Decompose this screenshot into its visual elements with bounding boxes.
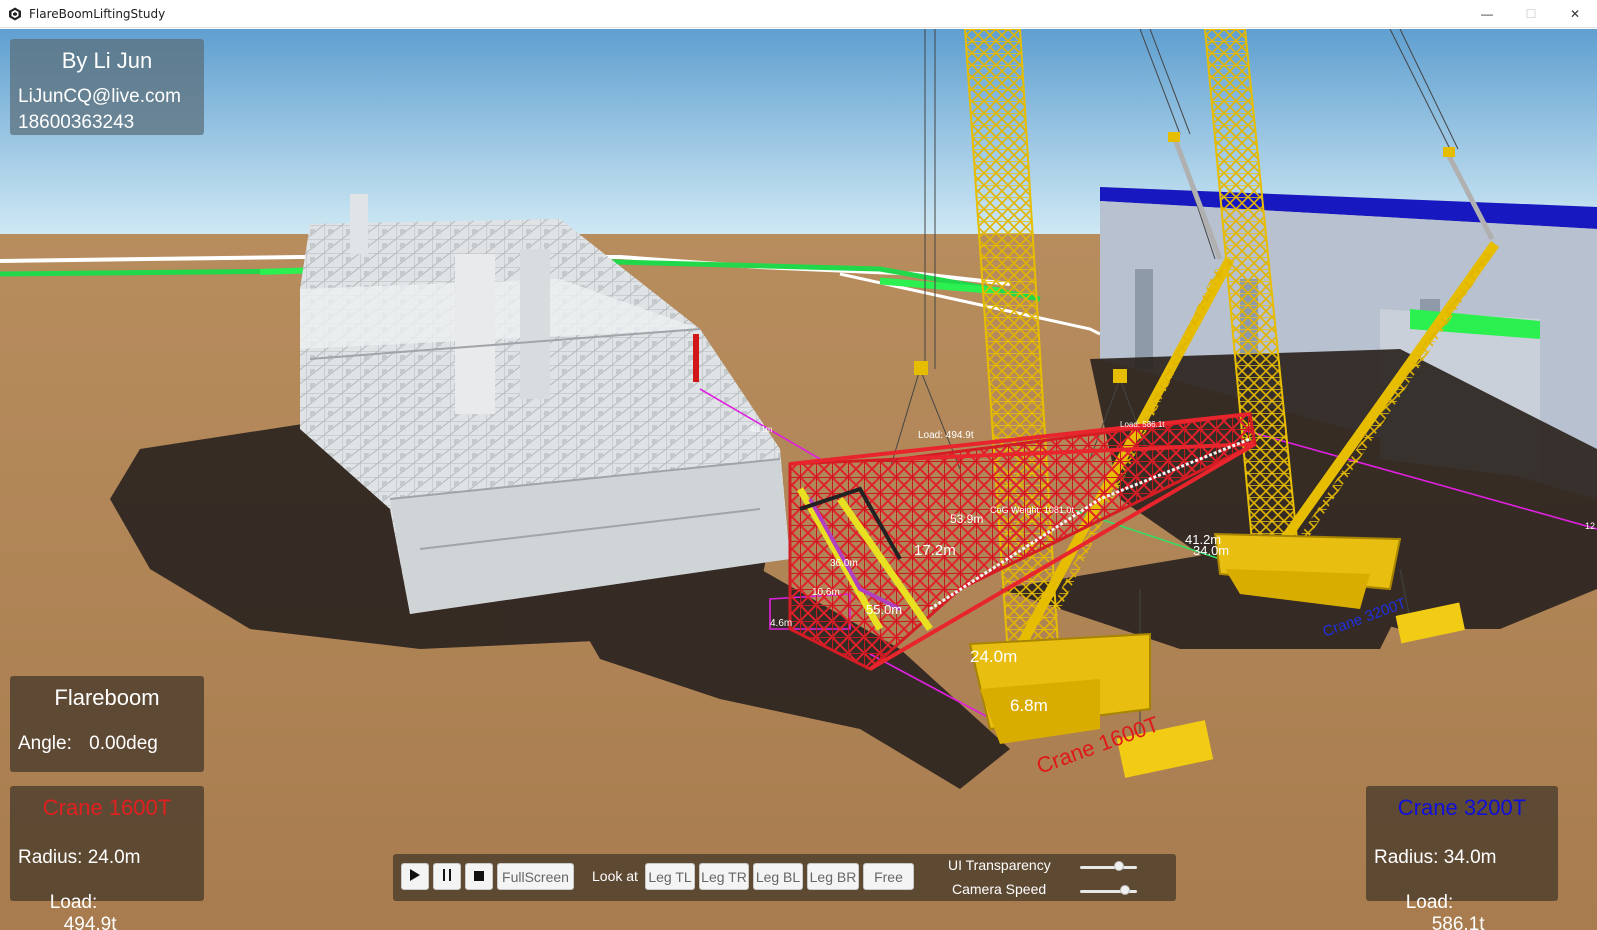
dim-label: 10.6m <box>812 587 840 598</box>
window-controls: — ☐ ✕ <box>1465 0 1597 28</box>
stop-icon <box>473 869 485 885</box>
close-button[interactable]: ✕ <box>1553 0 1597 28</box>
maximize-button[interactable]: ☐ <box>1509 0 1553 28</box>
dim-label: 6.8m <box>1010 696 1048 715</box>
crane-3200t-load: Load: 586.1t <box>1374 870 1485 930</box>
dim-label: 48.1m <box>750 425 773 434</box>
ui-transparency-slider[interactable] <box>1080 861 1137 871</box>
author-phone: 18600363243 <box>18 112 135 133</box>
dim-label: 55.0m <box>866 602 902 617</box>
window-title: FlareBoomLiftingStudy <box>29 6 166 21</box>
dim-label: 53.9m <box>950 512 983 526</box>
dim-label: 24.0m <box>970 647 1017 666</box>
slider-thumb[interactable] <box>1113 861 1124 871</box>
scene-render: Load: 494.9t Load: 586.1t CoG Weight: 10… <box>0 29 1597 930</box>
look-at-label: Look at <box>592 868 638 884</box>
crane-1600t-radius: Radius: 24.0m <box>18 847 141 868</box>
pause-button[interactable] <box>433 863 461 890</box>
look-leg-tl-button[interactable]: Leg TL <box>645 863 695 890</box>
look-free-button[interactable]: Free <box>863 863 914 890</box>
load-label-3200: Load: 586.1t <box>1120 420 1165 429</box>
load-value: 586.1t <box>1431 914 1485 930</box>
pause-icon <box>442 868 452 885</box>
slider-thumb[interactable] <box>1119 885 1130 895</box>
load-label: Load: <box>49 892 98 913</box>
angle-label: Angle: <box>18 733 72 754</box>
crane-1600t-title: Crane 1600T <box>42 795 172 820</box>
camera-speed-slider[interactable] <box>1080 885 1137 895</box>
crane-3200t-title: Crane 3200T <box>1397 795 1527 820</box>
dim-label: 17.2m <box>914 542 956 559</box>
author-panel: By Li Jun LiJunCQ@live.com 18600363243 <box>10 39 204 135</box>
unity-app-icon <box>7 6 23 22</box>
cog-weight-label: CoG Weight: 1081.0t <box>990 505 1074 515</box>
author-email: LiJunCQ@live.com <box>18 86 181 107</box>
ui-transparency-label: UI Transparency <box>948 857 1051 873</box>
look-leg-tr-button[interactable]: Leg TR <box>699 863 749 890</box>
crane-1600t-load: Load: 494.9t <box>18 870 117 930</box>
play-icon <box>409 868 421 885</box>
flareboom-title: Flareboom <box>54 685 160 710</box>
dim-label: 4.6m <box>770 618 792 629</box>
load-label: Load: <box>1405 892 1454 913</box>
load-label-1600: Load: 494.9t <box>918 430 974 441</box>
crane-3200t-panel: Crane 3200T Radius: 34.0m Load: 586.1t <box>1366 786 1558 930</box>
window-titlebar: FlareBoomLiftingStudy — ☐ ✕ <box>0 0 1597 28</box>
angle-value: 0.00deg <box>89 733 158 754</box>
look-leg-bl-button[interactable]: Leg BL <box>753 863 803 890</box>
flareboom-panel: Flareboom Angle: 0.00deg <box>10 676 204 772</box>
minimize-button[interactable]: — <box>1465 0 1509 28</box>
flareboom-angle: Angle: 0.00deg <box>18 733 158 755</box>
camera-speed-label: Camera Speed <box>952 881 1047 897</box>
dim-label: 36.0m <box>830 558 858 569</box>
crane-1600t-panel: Crane 1600T Radius: 24.0m Load: 494.9t <box>10 786 204 930</box>
stop-button[interactable] <box>465 863 493 890</box>
slider-track <box>1080 866 1137 869</box>
scene-viewport[interactable]: Load: 494.9t Load: 586.1t CoG Weight: 10… <box>0 29 1597 930</box>
load-value: 494.9t <box>63 914 117 930</box>
playback-toolbar: FullScreen Look at Leg TL Leg TR Leg BL … <box>393 854 1176 901</box>
crane-3200t-radius: Radius: 34.0m <box>1374 847 1497 868</box>
look-leg-br-button[interactable]: Leg BR <box>807 863 859 890</box>
author-name: By Li Jun <box>61 48 153 73</box>
dim-label: 12 <box>1585 521 1595 531</box>
play-button[interactable] <box>401 863 429 890</box>
fullscreen-button[interactable]: FullScreen <box>497 863 574 890</box>
dim-label: 34.0m <box>1193 543 1229 558</box>
